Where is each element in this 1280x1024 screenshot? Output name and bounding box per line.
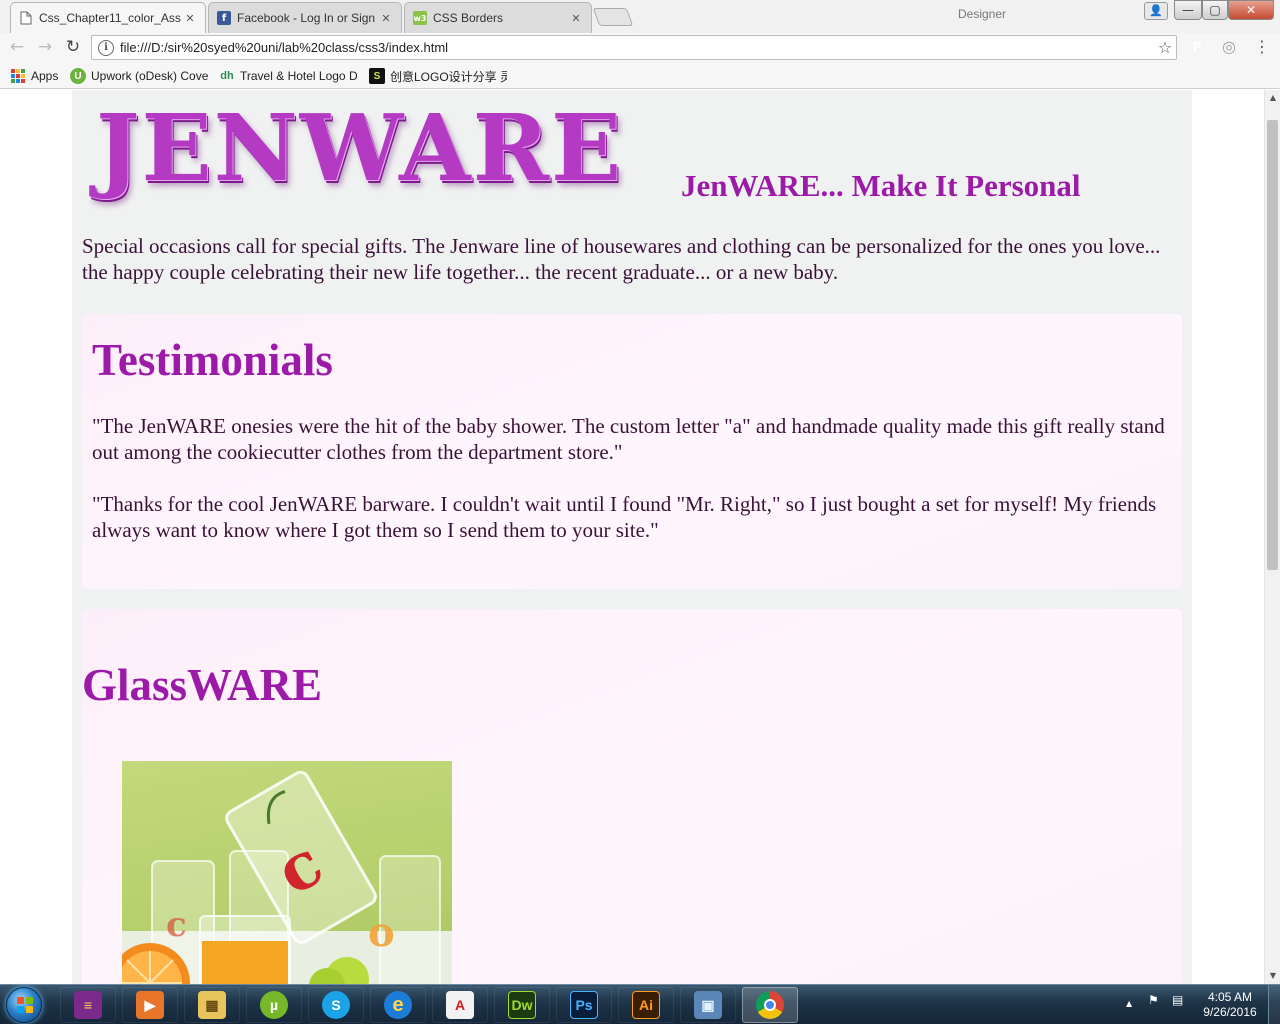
reload-icon[interactable]: ↻ (62, 36, 84, 58)
photo-viewer-icon: ▣ (694, 991, 722, 1019)
clock-time: 4:05 AM (1207, 990, 1253, 1004)
tab-title: Facebook - Log In or Sign (237, 11, 376, 25)
tray-expand-icon[interactable]: ▲ (1126, 999, 1132, 1008)
network-icon[interactable]: ▤ (1172, 993, 1183, 1007)
action-center-flag-icon[interactable]: ⚑ (1148, 993, 1159, 1007)
pinterest-icon[interactable]: P (1187, 37, 1207, 57)
tab-title: Css_Chapter11_color_Ass (39, 11, 181, 25)
media-player-icon: ▶ (136, 991, 164, 1019)
bookmarks-bar: Apps U Upwork (oDesk) Cove dh Travel & H… (0, 62, 1280, 89)
scroll-up-icon[interactable]: ▲ (1265, 90, 1280, 106)
jenware-logo: JENWARE (96, 94, 624, 202)
tab-css-chapter11[interactable]: Css_Chapter11_color_Ass ✕ (10, 2, 206, 33)
address-bar[interactable]: i file:///D:/sir%20syed%20uni/lab%20clas… (91, 35, 1177, 60)
intro-paragraph: Special occasions call for special gifts… (82, 234, 1161, 284)
forward-arrow-icon[interactable]: → (34, 36, 56, 58)
glassware-product-image: c o c (122, 761, 452, 984)
user-icon[interactable]: 👤 (1144, 2, 1168, 20)
photoshop-icon: Ps (570, 991, 598, 1019)
page-container: JENWARE JenWARE... Make It Personal Spec… (72, 90, 1192, 984)
taskbar-utorrent[interactable]: µ (246, 987, 302, 1023)
window-close-button[interactable]: ✕ (1228, 0, 1274, 20)
internet-explorer-icon: e (384, 991, 412, 1019)
glass-letter: c (166, 905, 187, 945)
bookmark-logo-design[interactable]: S 创意LOGO设计分享 灵 (369, 66, 507, 86)
scroll-thumb[interactable] (1267, 120, 1278, 570)
bookmark-label: Apps (31, 69, 59, 83)
facebook-icon: f (217, 11, 231, 25)
illustrator-icon: Ai (632, 991, 660, 1019)
glassware-section: GlassWARE c o c (82, 609, 1182, 984)
tab-strip: Css_Chapter11_color_Ass ✕ f Facebook - L… (0, 0, 1280, 33)
s-icon: S (369, 68, 385, 84)
profile-button[interactable]: Designer (958, 7, 1006, 21)
glassware-heading: GlassWARE (82, 660, 323, 710)
chrome-icon (756, 991, 784, 1019)
web-viewport: JENWARE JenWARE... Make It Personal Spec… (0, 90, 1264, 984)
dreamweaver-icon: Dw (508, 991, 536, 1019)
browser-toolbar: ← → ↻ i file:///D:/sir%20syed%20uni/lab%… (0, 33, 1280, 62)
maximize-button[interactable]: ▢ (1202, 0, 1228, 20)
close-icon[interactable]: ✕ (569, 12, 583, 25)
glassware-illustration: c o c (122, 770, 452, 984)
show-desktop-button[interactable] (1268, 985, 1280, 1024)
bookmark-label: Upwork (oDesk) Cove (91, 69, 208, 83)
bookmark-label: 创意LOGO设计分享 灵 (390, 69, 507, 84)
clock-date: 9/26/2016 (1203, 1005, 1257, 1019)
taskbar-winrar[interactable]: ≡ (60, 987, 116, 1023)
glass-letter: o (368, 909, 395, 956)
w3schools-icon: w3 (413, 11, 427, 25)
windows-logo-icon (17, 997, 33, 1013)
bookmark-star-icon[interactable]: ☆ (1154, 38, 1176, 57)
document-icon (19, 11, 33, 25)
scroll-down-icon[interactable]: ▼ (1265, 968, 1280, 984)
taskbar-photoshop[interactable]: Ps (556, 987, 612, 1023)
folder-icon: ▦ (198, 991, 226, 1019)
extension-circle-icon[interactable]: ◎ (1219, 37, 1239, 57)
minimize-button[interactable]: — (1174, 0, 1202, 20)
taskbar-chrome[interactable] (742, 987, 798, 1023)
windows-taskbar: ≡ ▶ ▦ µ S e A Dw Ps Ai ▣ ▲ ⚑ ▤ 4:05 AM 9… (0, 984, 1280, 1024)
taskbar-file-explorer[interactable]: ▦ (184, 987, 240, 1023)
taskbar-acrobat[interactable]: A (432, 987, 488, 1023)
menu-icon[interactable]: ⋮ (1254, 37, 1270, 56)
taskbar-skype[interactable]: S (308, 987, 364, 1023)
start-button[interactable] (6, 987, 42, 1023)
upwork-icon: U (70, 68, 86, 84)
bookmark-upwork[interactable]: U Upwork (oDesk) Cove (70, 66, 208, 86)
tab-facebook[interactable]: f Facebook - Log In or Sign ✕ (208, 2, 402, 33)
info-icon[interactable]: i (98, 39, 114, 56)
skype-icon: S (322, 991, 350, 1019)
tab-css-borders[interactable]: w3 CSS Borders ✕ (404, 2, 592, 33)
tab-title: CSS Borders (433, 11, 504, 25)
utorrent-icon: µ (260, 991, 288, 1019)
taskbar-illustrator[interactable]: Ai (618, 987, 674, 1023)
page-tagline: JenWARE... Make It Personal (681, 168, 1081, 203)
taskbar-photo-viewer[interactable]: ▣ (680, 987, 736, 1023)
vertical-scrollbar[interactable]: ▲ ▼ (1264, 90, 1280, 984)
bookmark-apps[interactable]: Apps (10, 66, 62, 86)
apps-grid-icon (10, 68, 26, 84)
close-icon[interactable]: ✕ (183, 12, 197, 25)
taskbar-dreamweaver[interactable]: Dw (494, 987, 550, 1023)
testimonial-quote: "The JenWARE onesies were the hit of the… (92, 414, 1165, 464)
back-arrow-icon[interactable]: ← (6, 36, 28, 58)
bookmark-label: Travel & Hotel Logo D (240, 69, 358, 83)
acrobat-icon: A (446, 991, 474, 1019)
url-text[interactable]: file:///D:/sir%20syed%20uni/lab%20class/… (120, 40, 1154, 55)
taskbar-clock[interactable]: 4:05 AM 9/26/2016 (1196, 990, 1264, 1020)
testimonials-heading: Testimonials (92, 335, 333, 385)
winrar-icon: ≡ (74, 991, 102, 1019)
dh-icon: dh (220, 70, 234, 82)
bookmark-travel-hotel-logo[interactable]: dh Travel & Hotel Logo D (219, 66, 359, 86)
taskbar-media-player[interactable]: ▶ (122, 987, 178, 1023)
testimonials-section: Testimonials "The JenWARE onesies were t… (82, 314, 1182, 589)
testimonial-quote: "Thanks for the cool JenWARE barware. I … (92, 492, 1157, 542)
close-icon[interactable]: ✕ (379, 12, 393, 25)
new-tab-button[interactable] (592, 8, 634, 26)
taskbar-internet-explorer[interactable]: e (370, 987, 426, 1023)
